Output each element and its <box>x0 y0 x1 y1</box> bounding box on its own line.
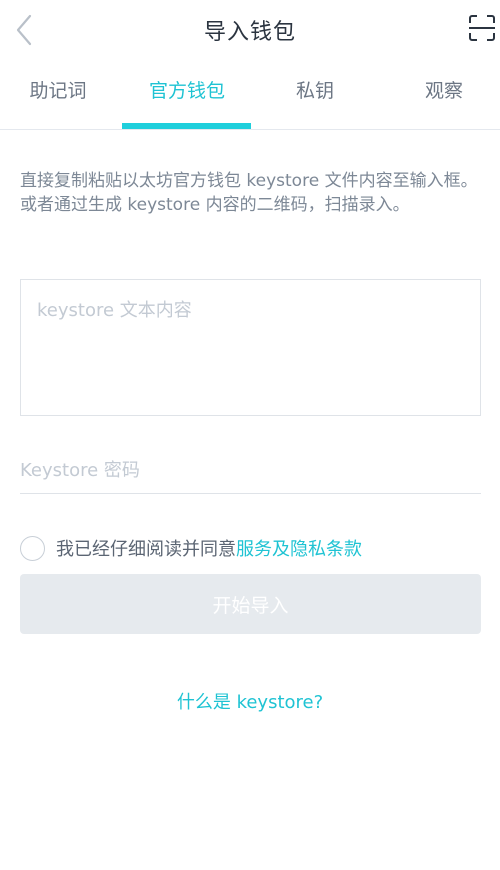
agreement-text: 我已经仔细阅读并同意 <box>56 539 236 560</box>
start-import-button[interactable]: 开始导入 <box>20 574 481 634</box>
tab-private-key[interactable]: 私钥 <box>250 76 380 116</box>
active-tab-indicator <box>122 123 251 129</box>
keystore-password-input[interactable] <box>20 448 481 493</box>
keystore-input-box <box>20 279 481 416</box>
page-title: 导入钱包 <box>203 20 296 45</box>
keystore-input[interactable] <box>21 280 480 415</box>
password-field-box <box>20 448 481 494</box>
agreement-row: 我已经仔细阅读并同意 服务及隐私条款 <box>20 535 362 561</box>
tab-watch[interactable]: 观察 <box>379 76 500 116</box>
tab-bar: 助记词 官方钱包 私钥 观察 <box>0 62 500 130</box>
tab-mnemonic[interactable]: 助记词 <box>0 76 123 116</box>
agreement-radio[interactable] <box>20 535 45 561</box>
scan-icon <box>469 15 495 41</box>
scan-button[interactable] <box>468 14 496 42</box>
what-is-keystore-link[interactable]: 什么是 keystore? <box>0 688 500 714</box>
terms-link[interactable]: 服务及隐私条款 <box>236 535 362 561</box>
tab-official-wallet[interactable]: 官方钱包 <box>122 76 252 116</box>
navigation-bar: 导入钱包 <box>0 0 500 62</box>
import-description: 直接复制粘贴以太坊官方钱包 keystore 文件内容至输入框。或者通过生成 k… <box>20 171 478 215</box>
